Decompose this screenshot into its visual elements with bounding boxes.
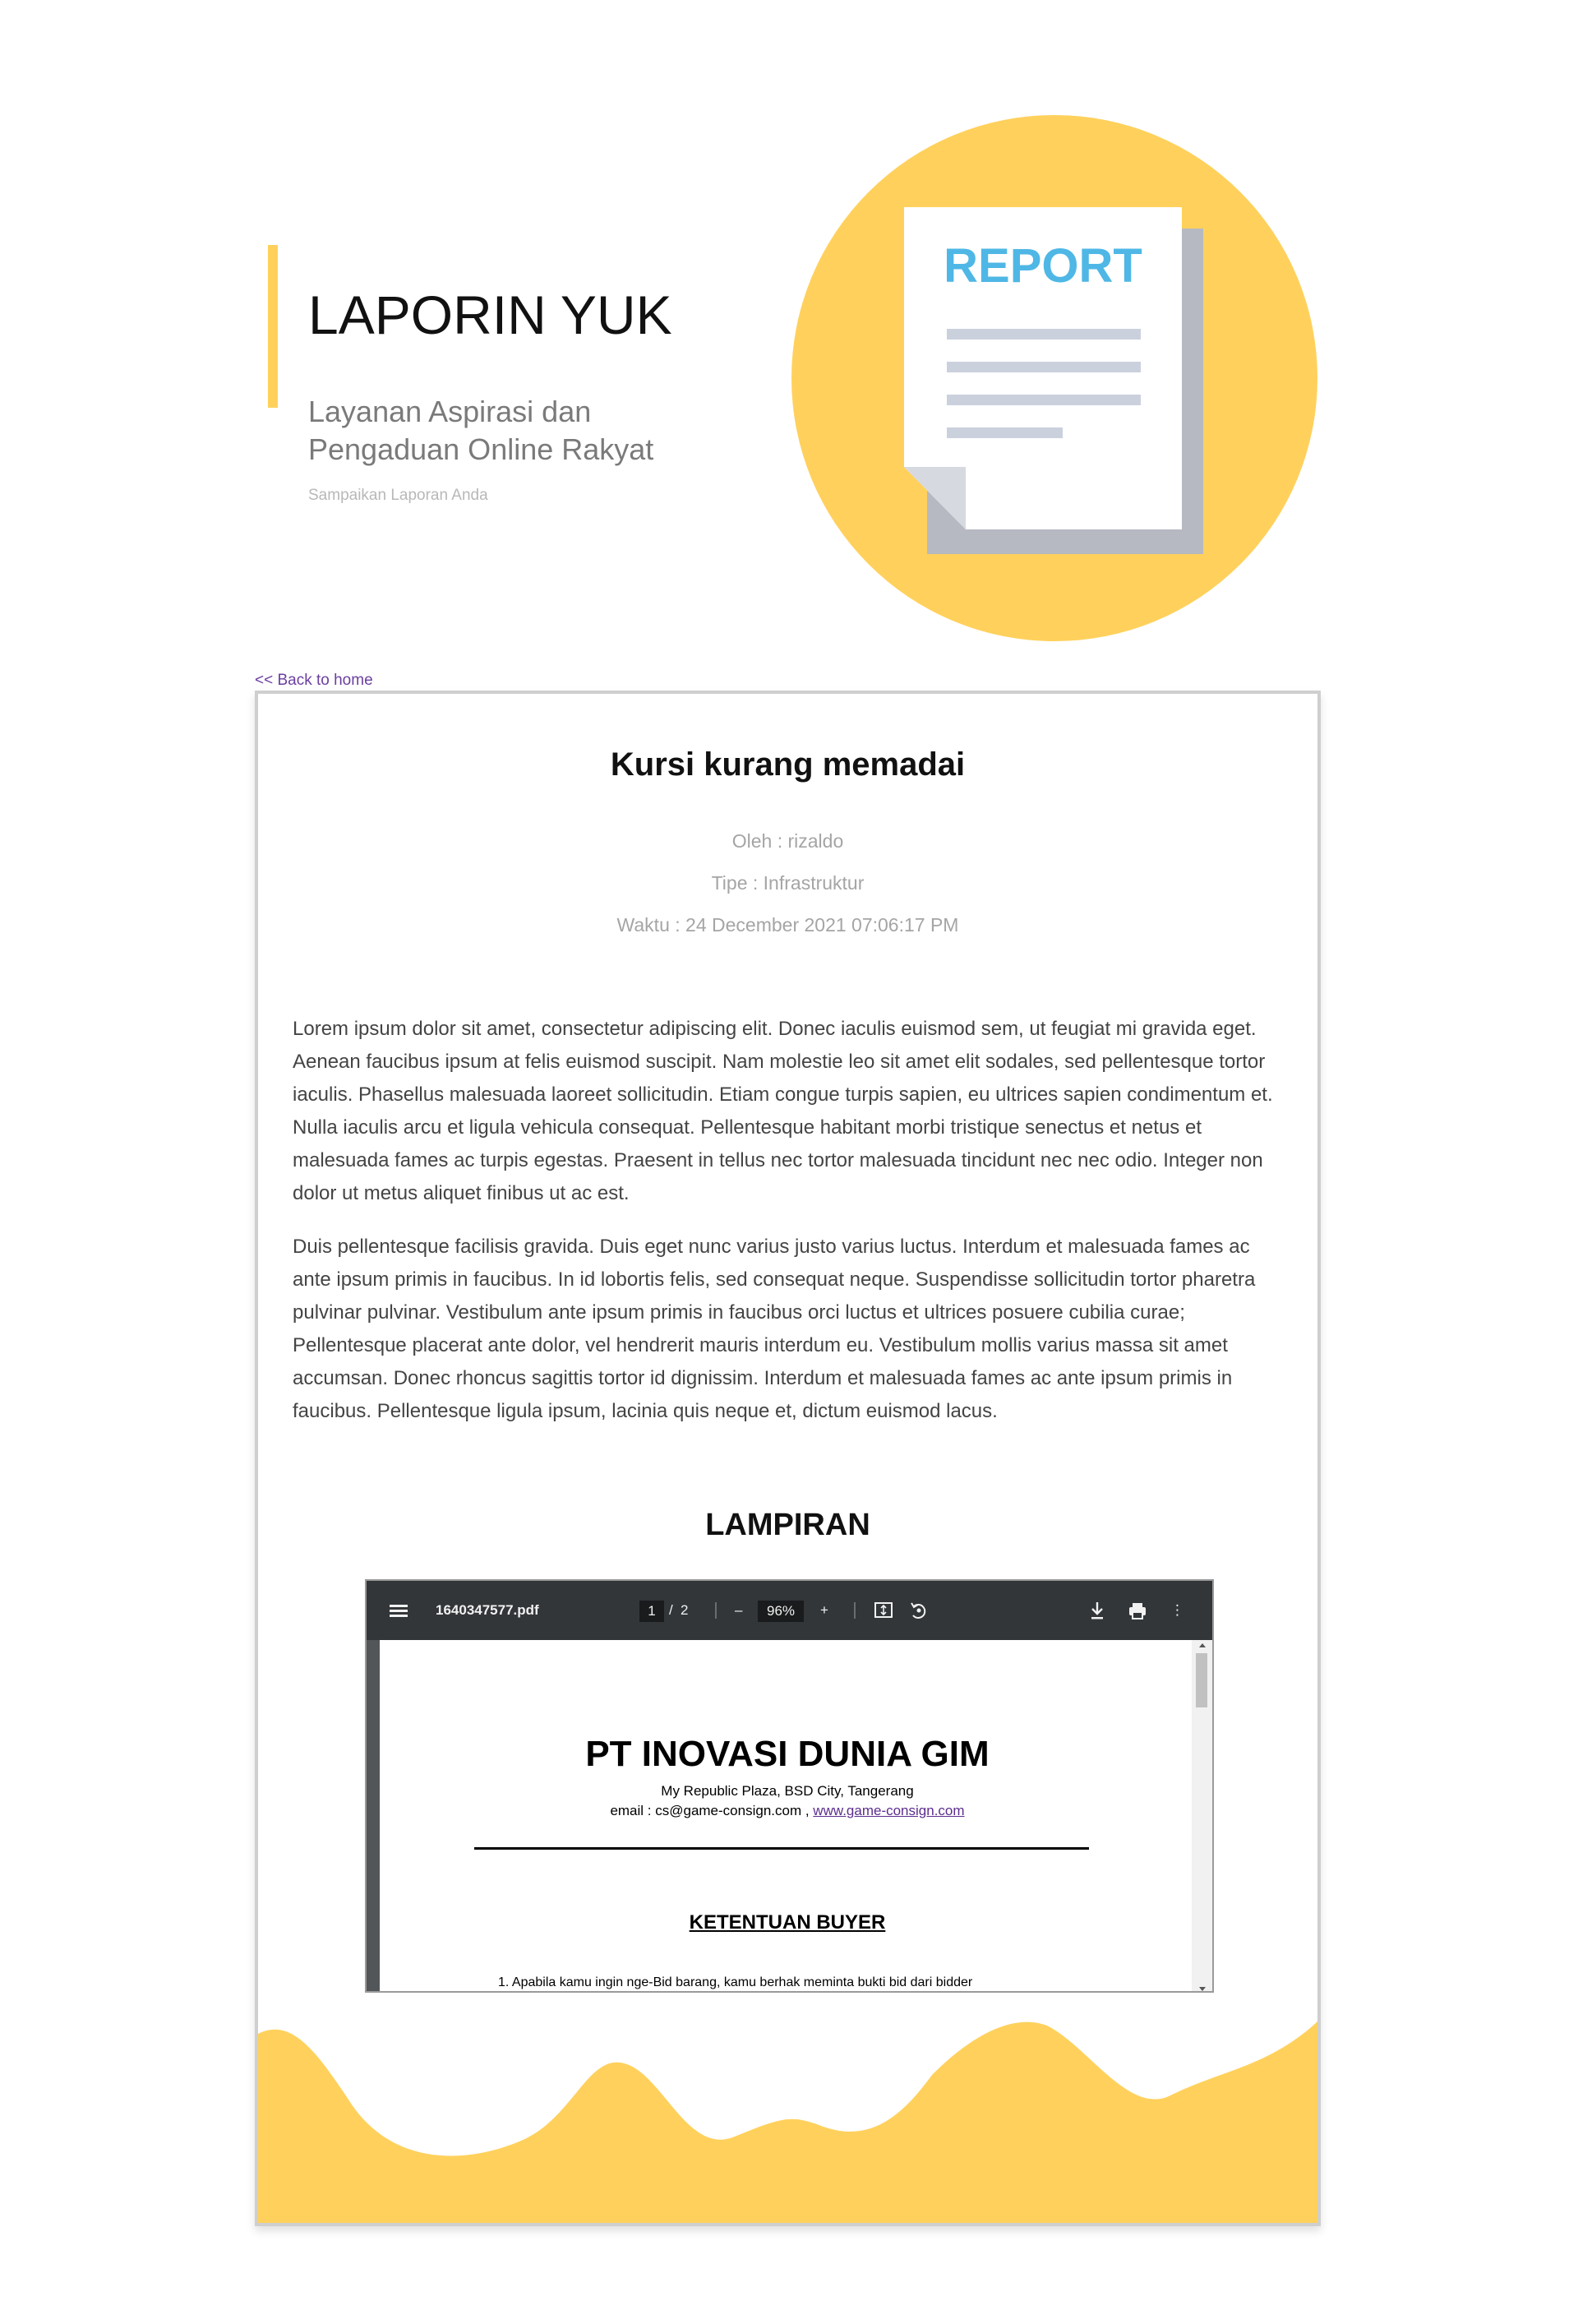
doc-contact: email : cs@game-consign.com , www.game-c…: [380, 1803, 1195, 1819]
doc-section-heading: KETENTUAN BUYER: [689, 1911, 886, 1934]
page-total: 2: [681, 1602, 689, 1618]
report-time: Waktu : 24 December 2021 07:06:17 PM: [616, 914, 959, 936]
report-illustration: REPORT: [791, 115, 1317, 641]
site-subtitle: Layanan Aspirasi dan Pengaduan Online Ra…: [308, 395, 654, 466]
rotate-icon[interactable]: [909, 1581, 929, 1640]
pdf-toolbar: 1640347577.pdf 1 / 2 – 96% + ⋮: [367, 1581, 1212, 1640]
scroll-up-icon[interactable]: [1199, 1643, 1206, 1647]
report-label: REPORT: [944, 239, 1142, 293]
site-tagline: Sampaikan Laporan Anda: [308, 487, 488, 504]
download-icon[interactable]: [1088, 1581, 1106, 1640]
report-title: Kursi kurang memadai: [610, 746, 966, 783]
more-icon[interactable]: ⋮: [1170, 1581, 1184, 1640]
pdf-scrollbar[interactable]: [1192, 1640, 1212, 1991]
pdf-page: PT INOVASI DUNIA GIM My Republic Plaza, …: [380, 1640, 1195, 1991]
report-author: Oleh : rizaldo: [731, 830, 844, 852]
hero-accent-bar: [268, 245, 278, 408]
doc-divider: [474, 1847, 1089, 1850]
doc-website-link[interactable]: www.game-consign.com: [813, 1803, 964, 1818]
page-number-input[interactable]: 1: [639, 1601, 664, 1622]
scroll-down-icon[interactable]: [1199, 1987, 1206, 1991]
site-title: LAPORIN YUK: [308, 284, 672, 345]
report-paragraph: Lorem ipsum dolor sit amet, consectetur …: [293, 1018, 1273, 1204]
pdf-filename: 1640347577.pdf: [436, 1602, 539, 1618]
toolbar-divider: [715, 1602, 717, 1619]
back-to-home-link[interactable]: << Back to home: [255, 672, 373, 690]
report-paragraph: Duis pellentesque facilisis gravida. Dui…: [293, 1236, 1256, 1422]
report-body: Lorem ipsum dolor sit amet, consectetur …: [293, 1013, 1291, 1448]
toolbar-divider: [854, 1602, 856, 1619]
print-icon[interactable]: [1128, 1581, 1147, 1640]
doc-email: email : cs@game-consign.com ,: [610, 1803, 810, 1818]
zoom-in-button[interactable]: +: [820, 1581, 828, 1640]
doc-list-item: 1. Apabila kamu ingin nge-Bid barang, ka…: [498, 1975, 973, 1989]
zoom-out-button[interactable]: –: [735, 1581, 742, 1640]
wave-decoration: [258, 2021, 1317, 2223]
fit-page-icon[interactable]: [874, 1581, 893, 1640]
doc-company-name: PT INOVASI DUNIA GIM: [585, 1734, 990, 1774]
zoom-input[interactable]: 96%: [758, 1601, 804, 1622]
scrollbar-thumb[interactable]: [1196, 1653, 1207, 1707]
page-separator: /: [669, 1602, 673, 1618]
doc-address: My Republic Plaza, BSD City, Tangerang: [661, 1783, 914, 1799]
menu-icon[interactable]: [390, 1581, 411, 1640]
attachment-heading: LAMPIRAN: [705, 1508, 870, 1542]
report-card: Kursi kurang memadai Oleh : rizaldo Tipe…: [255, 691, 1321, 2226]
pdf-viewer[interactable]: 1640347577.pdf 1 / 2 – 96% + ⋮ PT INOVAS…: [365, 1579, 1214, 1993]
report-type: Tipe : Infrastruktur: [711, 872, 865, 894]
